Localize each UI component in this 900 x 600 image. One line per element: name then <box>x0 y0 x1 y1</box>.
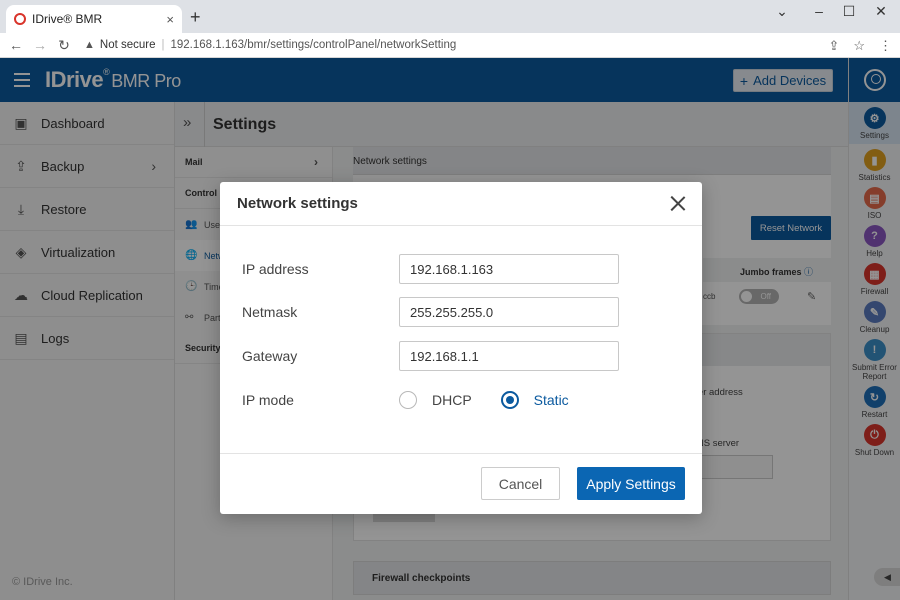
address-bar: ← → ↻ ▲ Not secure | 192.168.1.163/bmr/s… <box>0 33 900 58</box>
browser-tab[interactable]: IDrive® BMR × <box>6 5 182 33</box>
url-box[interactable]: ▲ Not secure | 192.168.1.163/bmr/setting… <box>84 39 456 51</box>
close-icon[interactable] <box>668 193 688 213</box>
tab-search-icon[interactable]: ⌄ <box>767 3 797 20</box>
ip-mode-row: IP mode DHCP Static <box>242 385 682 415</box>
browser-tabstrip: IDrive® BMR × + ⌄ – ☐ ✕ <box>0 0 900 33</box>
browser-menu-icon[interactable]: ⋮ <box>879 38 892 54</box>
window-close-button[interactable]: ✕ <box>866 3 896 20</box>
share-icon[interactable]: ⇪ <box>828 38 839 54</box>
gateway-label: Gateway <box>242 348 298 364</box>
ip-mode-label: IP mode <box>242 392 294 408</box>
gateway-input[interactable] <box>399 341 619 371</box>
network-settings-dialog: Network settings IP address Netmask Gate… <box>220 182 702 514</box>
url-separator: | <box>161 39 165 51</box>
warning-triangle-icon[interactable]: ▲ <box>84 39 95 51</box>
dialog-title: Network settings <box>237 195 358 212</box>
back-arrow-icon[interactable]: ← <box>4 37 28 53</box>
maximize-button[interactable]: ☐ <box>834 3 864 20</box>
dialog-footer-divider <box>220 453 702 454</box>
static-label[interactable]: Static <box>534 392 569 408</box>
new-tab-button[interactable]: + <box>190 8 201 26</box>
tab-title: IDrive® BMR <box>32 12 103 26</box>
bookmark-star-icon[interactable]: ☆ <box>853 38 865 54</box>
not-secure-label[interactable]: Not secure <box>100 39 156 51</box>
netmask-input[interactable] <box>399 297 619 327</box>
netmask-row: Netmask <box>242 297 682 327</box>
ip-address-row: IP address <box>242 254 682 284</box>
cancel-button[interactable]: Cancel <box>481 467 560 500</box>
tab-close-icon[interactable]: × <box>166 12 174 27</box>
netmask-label: Netmask <box>242 304 298 320</box>
reload-icon[interactable]: ↻ <box>52 37 76 54</box>
dhcp-radio[interactable] <box>399 391 417 409</box>
url-text[interactable]: 192.168.1.163/bmr/settings/controlPanel/… <box>171 39 457 51</box>
forward-arrow-icon[interactable]: → <box>28 37 52 53</box>
minimize-button[interactable]: – <box>804 3 834 19</box>
apply-settings-button[interactable]: Apply Settings <box>577 467 685 500</box>
ip-address-input[interactable] <box>399 254 619 284</box>
static-radio[interactable] <box>500 391 519 409</box>
idrive-favicon-icon <box>14 13 26 25</box>
gateway-row: Gateway <box>242 341 682 371</box>
ip-address-label: IP address <box>242 261 309 277</box>
dhcp-label[interactable]: DHCP <box>432 392 472 408</box>
